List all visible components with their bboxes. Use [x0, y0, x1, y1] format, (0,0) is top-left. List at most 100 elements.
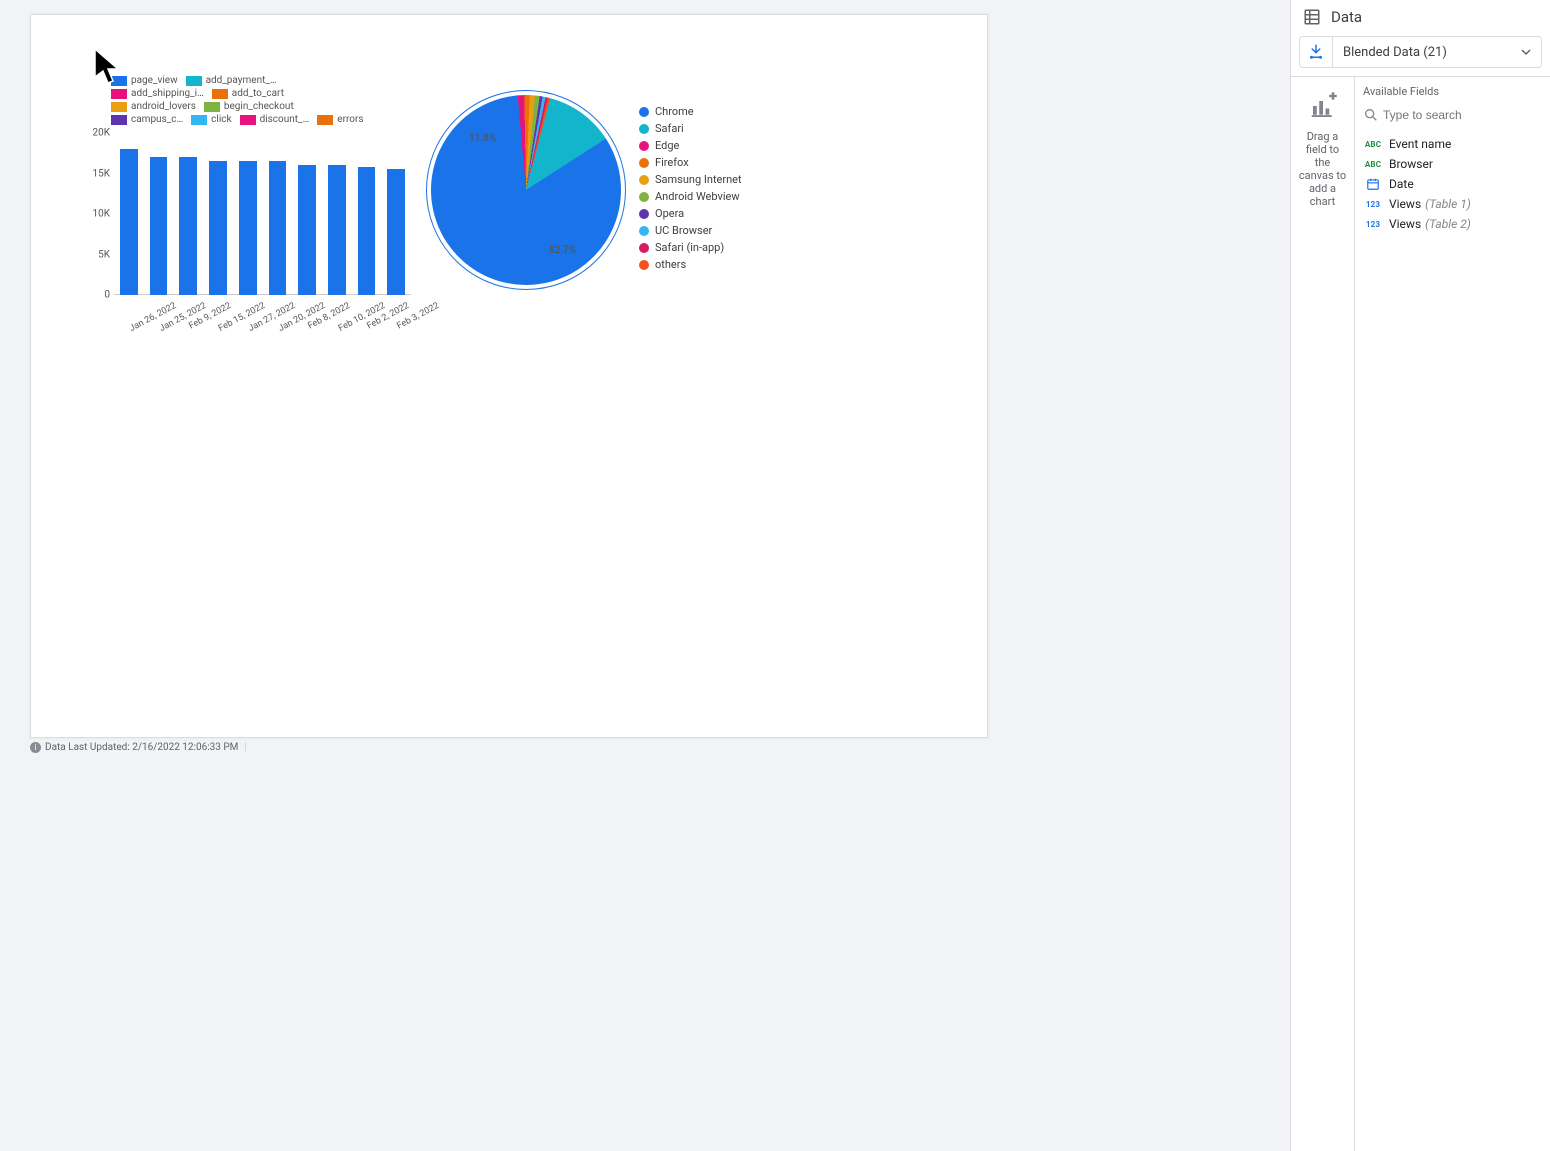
legend-swatch [639, 175, 649, 185]
field-row[interactable]: ABC Event name [1355, 134, 1550, 154]
bar-legend-item: android_lovers [111, 101, 196, 112]
drag-hint-text: Drag a field to the canvas to add a char… [1297, 130, 1348, 208]
legend-label: Opera [655, 207, 684, 220]
status-text: Data Last Updated: 2/16/2022 12:06:33 PM [45, 742, 238, 753]
pie-legend-item: Chrome [639, 105, 742, 118]
chevron-down-icon [1521, 47, 1531, 57]
legend-swatch [639, 192, 649, 202]
bar-legend-item: errors [317, 114, 363, 125]
field-suffix: (Table 1) [1425, 197, 1471, 211]
calendar-icon [1366, 177, 1380, 191]
pie-legend-item: Edge [639, 139, 742, 152]
fields-search [1355, 104, 1550, 130]
field-name: Event name [1389, 137, 1451, 151]
legend-swatch [639, 141, 649, 151]
bar [209, 161, 227, 295]
add-chart-drop-area[interactable]: Drag a field to the canvas to add a char… [1291, 77, 1355, 1151]
search-icon [1363, 107, 1379, 123]
field-name: Browser [1389, 157, 1433, 171]
bar-legend-item: page_view [111, 75, 178, 86]
data-panel-header: Data [1291, 0, 1550, 36]
field-name: Views [1389, 217, 1421, 231]
field-type-badge: ABC [1363, 160, 1383, 169]
bar-chart-x-axis: Jan 26, 2022Jan 25, 2022Feb 9, 2022Feb 1… [113, 295, 411, 335]
bar-legend-item: campus_c… [111, 114, 183, 125]
bar [298, 165, 316, 295]
pie-legend-item: Firefox [639, 156, 742, 169]
data-icon [1303, 8, 1321, 26]
legend-label: click [211, 114, 231, 125]
legend-swatch [212, 89, 228, 99]
bar-chart[interactable]: page_viewadd_payment_…add_shipping_i…add… [71, 75, 411, 335]
legend-label: Chrome [655, 105, 694, 118]
legend-swatch [204, 102, 220, 112]
field-row[interactable]: ABC Browser [1355, 154, 1550, 174]
field-type-badge: ABC [1363, 140, 1383, 149]
available-fields-panel: Available Fields ABC Event name ABC Browser… [1355, 77, 1550, 1151]
field-row[interactable]: Date [1355, 174, 1550, 194]
pie-chart[interactable]: 11.8% 82.7% Chrome Safari Edge Firefox Samsu… [431, 95, 771, 285]
legend-label: Firefox [655, 156, 689, 169]
pie-legend-item: others [639, 258, 742, 271]
field-row[interactable]: 123Views(Table 2) [1355, 214, 1550, 234]
data-source-select[interactable]: Blended Data (21) [1333, 36, 1542, 68]
bar [269, 161, 287, 295]
legend-label: Safari [655, 122, 684, 135]
data-panel-title: Data [1331, 8, 1362, 26]
legend-swatch [639, 124, 649, 134]
available-fields-title: Available Fields [1355, 85, 1550, 104]
field-row[interactable]: 123 Views (Table 1) [1355, 194, 1550, 214]
bar-legend-item: discount_… [240, 114, 310, 125]
pie-legend-item: Safari (in-app) [639, 241, 742, 254]
legend-label: Android Webview [655, 190, 740, 203]
pie-chart-plot: 11.8% 82.7% [431, 95, 621, 285]
legend-label: discount_… [260, 114, 310, 125]
bar-legend-item: add_to_cart [212, 88, 284, 99]
bar-legend-item: click [191, 114, 231, 125]
legend-swatch [639, 158, 649, 168]
legend-swatch [111, 115, 127, 125]
status-bar: i Data Last Updated: 2/16/2022 12:06:33 … [30, 742, 253, 753]
bar [150, 157, 168, 295]
legend-swatch [111, 76, 127, 86]
legend-swatch [639, 209, 649, 219]
bar [120, 149, 138, 295]
legend-swatch [639, 226, 649, 236]
blend-data-button[interactable] [1299, 36, 1333, 68]
bar [239, 161, 257, 295]
legend-label: Samsung Internet [655, 173, 742, 186]
legend-swatch [317, 115, 333, 125]
legend-swatch [186, 76, 202, 86]
legend-swatch [191, 115, 207, 125]
blend-icon [1307, 43, 1325, 61]
legend-label: Safari (in-app) [655, 241, 724, 254]
legend-label: Edge [655, 139, 679, 152]
legend-label: add_to_cart [232, 88, 284, 99]
report-canvas[interactable]: page_viewadd_payment_…add_shipping_i…add… [30, 14, 988, 738]
bar [179, 157, 197, 295]
fields-search-input[interactable] [1379, 106, 1542, 124]
data-panel: Data Blended Data (21) [1290, 0, 1550, 1151]
y-axis-tick: 15K [92, 168, 110, 179]
legend-label: add_shipping_i… [131, 88, 204, 99]
pie-chart-legend: Chrome Safari Edge Firefox Samsung Internet A… [639, 105, 742, 275]
legend-swatch [240, 115, 256, 125]
pie-legend-item: Safari [639, 122, 742, 135]
bar-chart-plot: 20K15K10K5K0 [113, 133, 411, 295]
legend-swatch [639, 243, 649, 253]
bar [328, 165, 346, 295]
legend-label: others [655, 258, 686, 271]
legend-label: page_view [131, 75, 178, 86]
data-source-label: Blended Data (21) [1343, 45, 1447, 60]
y-axis-tick: 5K [98, 249, 110, 260]
field-suffix: (Table 2) [1425, 217, 1471, 231]
add-chart-icon [1308, 91, 1338, 121]
pie-label-chrome: 82.7% [549, 245, 576, 256]
legend-swatch [111, 89, 127, 99]
bar-legend-item: add_shipping_i… [111, 88, 204, 99]
y-axis-tick: 20K [92, 128, 110, 139]
legend-label: campus_c… [131, 114, 183, 125]
field-name: Views [1389, 197, 1421, 211]
legend-label: UC Browser [655, 224, 712, 237]
field-type-badge: 123 [1363, 200, 1383, 209]
